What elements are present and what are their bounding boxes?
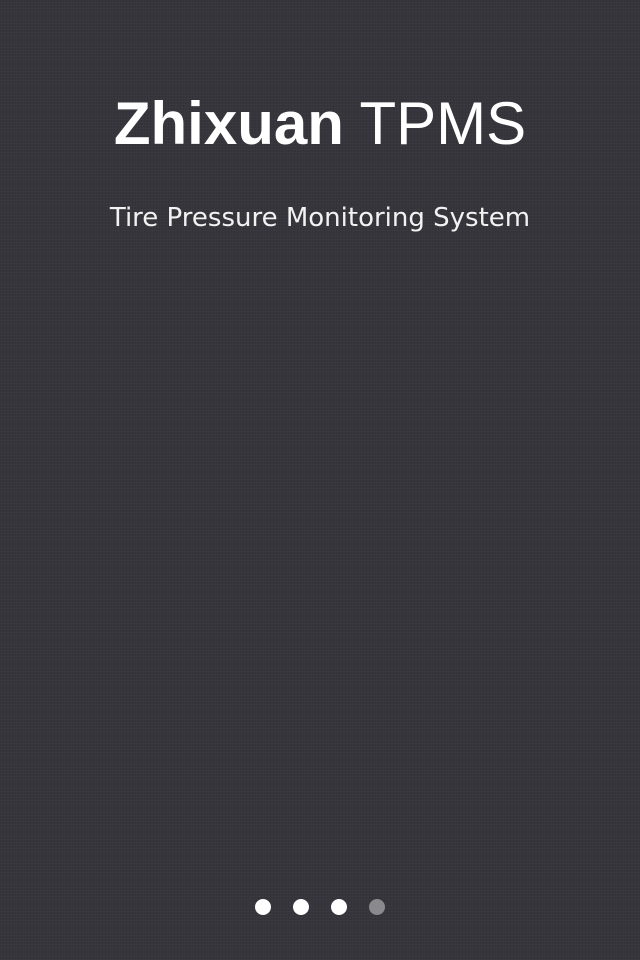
app-title-brand: Zhixuan <box>113 90 344 157</box>
splash-screen: Zhixuan TPMS Tire Pressure Monitoring Sy… <box>0 0 640 960</box>
app-title-product: TPMS <box>359 90 527 157</box>
app-title: Zhixuan TPMS <box>0 88 640 160</box>
app-subtitle: Tire Pressure Monitoring System <box>109 203 531 233</box>
page-dot-2[interactable] <box>293 899 309 915</box>
page-dot-3[interactable] <box>331 899 347 915</box>
page-dot-4[interactable] <box>369 899 385 915</box>
page-indicator[interactable] <box>0 899 640 915</box>
page-dot-1[interactable] <box>255 899 271 915</box>
